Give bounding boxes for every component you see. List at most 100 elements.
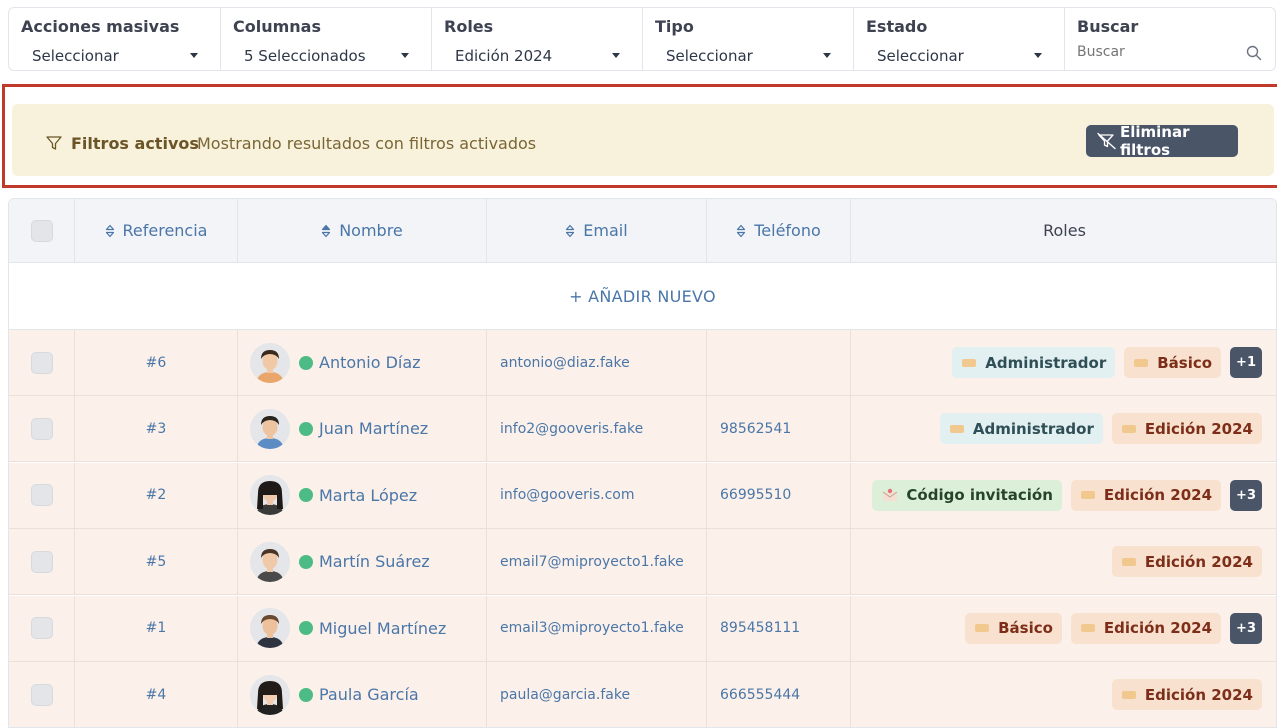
tag-icon <box>1080 624 1095 633</box>
role-tag: Administrador <box>952 347 1116 378</box>
tag-icon <box>1121 557 1136 566</box>
avatar <box>250 408 290 449</box>
name-cell: Paula García <box>238 662 487 727</box>
email-cell: info2@gooveris.fake <box>487 396 707 462</box>
more-roles-badge[interactable]: +3 <box>1230 612 1262 644</box>
email-value: paula@garcia.fake <box>500 686 631 703</box>
roles-cell: Edición 2024 <box>851 662 1276 727</box>
header-label: Roles <box>1043 221 1086 240</box>
filter-label: Estado <box>866 17 928 36</box>
status-online-icon <box>299 554 313 569</box>
name-cell: Juan Martínez <box>238 396 487 462</box>
role-label: Edición 2024 <box>1103 619 1213 638</box>
table-row[interactable]: #2 Marta López info@gooveris.com 6699551… <box>9 462 1276 529</box>
header-roles: Roles <box>851 199 1276 262</box>
tag-icon <box>1121 424 1136 433</box>
row-checkbox[interactable] <box>30 683 53 706</box>
filter-label: Columnas <box>233 17 321 36</box>
phone-cell <box>707 330 851 395</box>
row-select-cell <box>9 330 75 395</box>
header-reference[interactable]: Referencia <box>75 199 238 262</box>
more-roles-badge[interactable]: +1 <box>1230 347 1262 378</box>
search-icon[interactable] <box>1245 44 1263 62</box>
avatar-photo-icon <box>250 475 290 516</box>
role-label: Código invitación <box>906 486 1053 505</box>
header-email[interactable]: Email <box>487 199 707 262</box>
role-tag: Edición 2024 <box>1111 546 1262 578</box>
select-all-checkbox[interactable] <box>30 219 53 242</box>
roles-cell: Administrador Edición 2024 <box>851 396 1276 461</box>
reference-value: #1 <box>145 620 167 637</box>
row-checkbox[interactable] <box>30 417 53 440</box>
tag-icon <box>1121 690 1136 699</box>
row-select-cell <box>9 396 75 462</box>
status-online-icon <box>299 355 313 370</box>
filter-type[interactable]: Tipo Seleccionar <box>643 8 854 70</box>
header-phone[interactable]: Teléfono <box>707 199 851 262</box>
tag-icon <box>975 624 990 633</box>
user-name-link[interactable]: Paula García <box>319 685 419 704</box>
avatar <box>250 608 290 649</box>
phone-cell: 895458111 <box>707 595 851 661</box>
avatar-photo-icon <box>250 674 290 715</box>
filter-columns[interactable]: Columnas 5 Seleccionados <box>221 8 432 70</box>
user-name-link[interactable]: Martín Suárez <box>319 552 430 571</box>
filter-roles[interactable]: Roles Edición 2024 <box>432 8 643 70</box>
table-row[interactable]: #5 Martín Suárez email7@miproyecto1.fake <box>9 529 1276 596</box>
role-label: Edición 2024 <box>1144 552 1253 571</box>
email-cell: email3@miproyecto1.fake <box>487 595 707 661</box>
avatar <box>250 674 290 715</box>
email-cell: email7@miproyecto1.fake <box>487 529 707 595</box>
role-label: Edición 2024 <box>1103 486 1213 505</box>
table-row[interactable]: #1 Miguel Martínez email3@miproyecto1.fa… <box>9 595 1276 662</box>
filter-status[interactable]: Estado Seleccionar <box>854 8 1065 70</box>
table-row[interactable]: #3 Juan Martínez info2@gooveris.fake 985… <box>9 396 1276 463</box>
email-value: email3@miproyecto1.fake <box>500 620 684 637</box>
search-label: Buscar <box>1077 17 1139 36</box>
sort-ascending-icon <box>322 224 331 237</box>
user-name-link[interactable]: Miguel Martínez <box>319 619 446 638</box>
more-roles-badge[interactable]: +3 <box>1230 479 1262 511</box>
filter-label: Tipo <box>655 17 694 36</box>
email-value: info2@gooveris.fake <box>500 420 644 437</box>
status-online-icon <box>299 621 313 636</box>
avatar-photo-icon <box>250 608 290 649</box>
user-name-link[interactable]: Juan Martínez <box>319 419 428 438</box>
search-group: Buscar <box>1065 8 1275 70</box>
avatar <box>250 475 290 516</box>
row-checkbox[interactable] <box>30 351 53 374</box>
filter-bulk-actions[interactable]: Acciones masivas Seleccionar <box>9 8 221 70</box>
add-new-button[interactable]: + AÑADIR NUEVO <box>9 263 1276 330</box>
banner-title: Filtros activos <box>71 134 199 153</box>
roles-cell: Código invitación Edición 2024 +3 <box>851 463 1276 528</box>
user-name-link[interactable]: Antonio Díaz <box>319 353 421 372</box>
reference-value: #4 <box>145 686 167 703</box>
tag-icon <box>949 424 964 433</box>
table-row[interactable]: #6 Antonio Díaz antonio@diaz.fake Admini… <box>9 330 1276 396</box>
role-label: Básico <box>998 619 1053 638</box>
row-select-cell <box>9 529 75 595</box>
role-tag: Básico <box>965 612 1062 644</box>
phone-cell: 98562541 <box>707 396 851 462</box>
email-value: info@gooveris.com <box>500 487 635 504</box>
filter-label: Roles <box>444 17 494 36</box>
phone-value: 98562541 <box>720 420 792 437</box>
row-checkbox[interactable] <box>30 550 53 573</box>
header-name[interactable]: Nombre <box>238 199 487 262</box>
name-cell: Martín Suárez <box>238 529 487 595</box>
roles-cell: Edición 2024 <box>851 529 1276 594</box>
role-label: Básico <box>1157 353 1213 372</box>
status-online-icon <box>299 687 313 702</box>
email-value: antonio@diaz.fake <box>500 354 630 371</box>
row-checkbox[interactable] <box>30 617 53 640</box>
role-tag: Edición 2024 <box>1111 413 1262 445</box>
clear-filters-button[interactable]: Eliminar filtros <box>1086 123 1238 159</box>
row-select-cell <box>9 662 75 727</box>
filter-value: 5 Seleccionados <box>244 47 366 65</box>
table-row[interactable]: #4 Paula García paula@garcia.fake 666555… <box>9 662 1276 727</box>
search-input[interactable] <box>1077 44 1227 60</box>
envelope-icon <box>883 489 898 502</box>
user-name-link[interactable]: Marta López <box>319 486 417 505</box>
avatar-photo-icon <box>250 541 290 582</box>
row-checkbox[interactable] <box>30 484 53 507</box>
